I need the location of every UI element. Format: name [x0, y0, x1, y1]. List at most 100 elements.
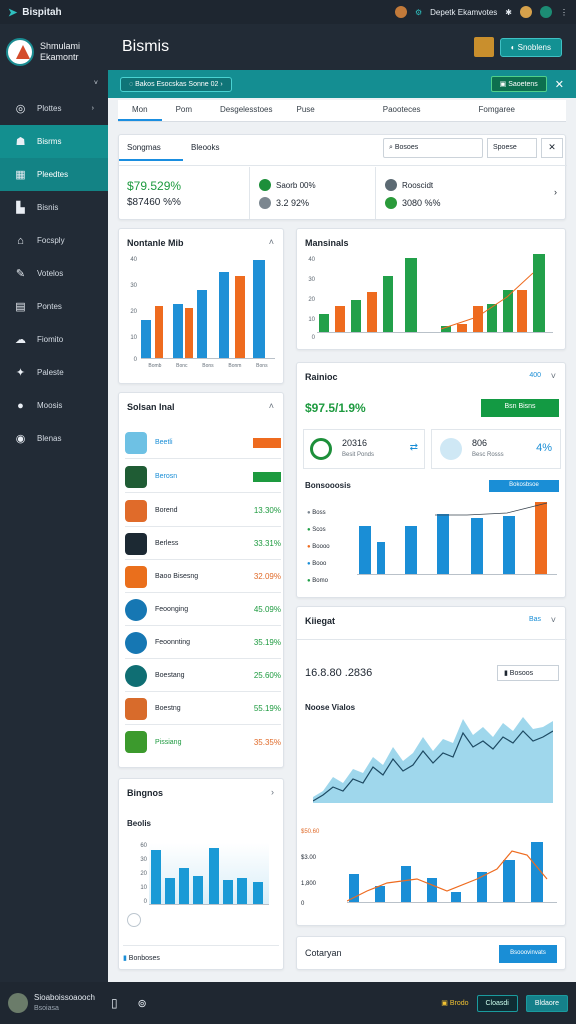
sidebar-item-2[interactable]: ▦ Pleedtes: [0, 158, 108, 191]
summary-subvalue: $87460 %%: [127, 197, 181, 208]
list-item-value: 25.60%: [253, 671, 281, 680]
tab-5[interactable]: Fomgaree: [465, 100, 529, 121]
sidebar-item-label: Votelos: [37, 269, 64, 278]
y-tick: $50.60: [301, 829, 320, 835]
list-item[interactable]: Borend 13.30%: [125, 495, 281, 527]
tab-bar: Mon Pom Desgelesstoes Puse Paooteces Fom…: [118, 100, 566, 122]
chevron-down-icon[interactable]: ˅: [551, 615, 556, 625]
sidebar-item-3[interactable]: ▙ Bisnis: [0, 191, 108, 224]
kpi-filter[interactable]: 400: [529, 372, 541, 379]
tab-2[interactable]: Desgelesstoes: [206, 100, 286, 121]
footer-button-3[interactable]: Bldaore: [525, 994, 568, 1012]
sidebar-item-6[interactable]: ▤ Pontes: [0, 290, 108, 323]
kpi-tile-1: 20316 Besit Ponds ⇄: [303, 429, 425, 469]
kpi-legend: ● Boss ● Scos ● Boooo ● Booo ● Bomo: [307, 505, 351, 590]
tab-3[interactable]: Puse: [287, 100, 329, 121]
app-icon: [125, 697, 147, 720]
footer-button-2[interactable]: Cloasdi: [476, 994, 518, 1012]
summary-tab[interactable]: Songmas: [119, 135, 183, 161]
app-icon: [125, 532, 147, 555]
phone-icon[interactable]: ▯: [111, 996, 118, 1010]
profile-icon[interactable]: [520, 6, 532, 18]
action-card: Cotaryan Bsooovinvats: [296, 936, 566, 970]
y-tick: 0: [133, 357, 137, 363]
close-icon[interactable]: ✕: [541, 138, 563, 158]
list-item[interactable]: Pissiang 35.35%: [125, 726, 281, 758]
tab-4[interactable]: Paooteces: [369, 100, 435, 121]
chevron-up-icon[interactable]: ˄: [269, 401, 274, 411]
user-label[interactable]: Depetk Ekamvotes: [430, 8, 497, 17]
chevron-right-icon[interactable]: ›: [271, 787, 274, 797]
bar: [155, 306, 163, 358]
list-item[interactable]: Boestng 55.19%: [125, 693, 281, 725]
app-icon: [125, 499, 147, 522]
kpi-trend-line: [435, 502, 548, 516]
trend-button[interactable]: ▮ Bosoos: [497, 665, 559, 681]
sidebar-item-4[interactable]: ⌂ Focsply: [0, 224, 108, 257]
tab-1[interactable]: Pom: [162, 100, 206, 121]
collapse-chevron-icon[interactable]: ˅: [0, 80, 108, 92]
tab-0[interactable]: Mon: [118, 100, 162, 121]
summary-button[interactable]: Spoese: [487, 138, 537, 158]
bar: [253, 882, 263, 904]
chevron-down-icon[interactable]: ˅: [551, 371, 556, 381]
header-action-button[interactable]: ◐ Snoblens: [499, 37, 562, 57]
app-icon: [125, 664, 147, 687]
home-icon: ☗: [15, 136, 26, 148]
sidebar-item-10[interactable]: ◉ Blenas: [0, 422, 108, 455]
chart-icon: ▙: [16, 202, 25, 214]
avatar[interactable]: [8, 993, 28, 1013]
close-icon[interactable]: ✕: [555, 78, 564, 91]
chevron-down-icon[interactable]: ˄: [269, 237, 274, 247]
sidebar-item-8[interactable]: ✦ Paleste: [0, 356, 108, 389]
menu-icon[interactable]: ⋮: [560, 8, 568, 17]
bar: [253, 260, 265, 358]
notification-icon[interactable]: ✱: [505, 8, 512, 17]
list-item[interactable]: Beetli: [125, 427, 281, 459]
summary-subtab[interactable]: Bleooks: [191, 143, 219, 152]
sidebar-item-5[interactable]: ✎ Votelos: [0, 257, 108, 290]
radio-icon[interactable]: [127, 913, 141, 927]
strip-action-button[interactable]: ▣ Saoetens: [490, 76, 547, 92]
settings-icon[interactable]: ⊚: [138, 997, 147, 1010]
chevron-right-icon[interactable]: ›: [554, 187, 557, 197]
search-input[interactable]: ⌕ Bosoes: [383, 138, 483, 158]
user-icon: ●: [17, 399, 24, 412]
sidebar-item-0[interactable]: ◎ Plottes ›: [0, 92, 108, 125]
kpi-action-button[interactable]: Bsn Bisns: [481, 399, 559, 417]
divider: [297, 639, 567, 640]
kpi-legend-button[interactable]: Bokosbsoe: [489, 480, 559, 492]
bar: [197, 290, 207, 358]
list-item[interactable]: Baoo Bisesng 32.09%: [125, 561, 281, 593]
sidebar-item-label: Paleste: [37, 368, 64, 377]
user-avatar-icon[interactable]: [394, 6, 407, 18]
list-item[interactable]: Feoonging 45.09%: [125, 594, 281, 626]
ringing-footer[interactable]: ▮ Bonboses: [123, 945, 279, 962]
help-icon[interactable]: [540, 6, 552, 18]
brand[interactable]: ➤ Bispitah: [8, 6, 62, 19]
list-item-value: 33.31%: [253, 539, 281, 548]
bar: [235, 276, 245, 358]
x-tick: Bonm: [228, 363, 242, 369]
sidebar-item-label: Moosis: [37, 401, 63, 410]
list-item[interactable]: Boestang 25.60%: [125, 660, 281, 692]
sidebar-item-7[interactable]: ☁ Fiomito: [0, 323, 108, 356]
filter-pill[interactable]: ◌ Bakos Esocskas Sonne 02 ›: [120, 76, 232, 92]
sidebar-item-1[interactable]: ☗ Bisrms: [0, 125, 108, 158]
top-bar: ➤ Bispitah ⚙ Depetk Ekamvotes ✱ ⋮: [0, 0, 576, 24]
trend-title: Kiiegat: [305, 616, 336, 626]
grid-icon: ◎: [15, 103, 26, 115]
avatar[interactable]: [473, 37, 494, 57]
list-item[interactable]: Berosn: [125, 461, 281, 493]
trend-value: 16.8.80 .2836: [305, 667, 373, 679]
list-item[interactable]: Berless 33.31%: [125, 528, 281, 560]
trend-filter[interactable]: Bas: [529, 616, 541, 623]
action-button[interactable]: Bsooovinvats: [499, 945, 557, 963]
ringing-title: Bingnos: [127, 788, 163, 798]
sidebar: Shmulami Ekamontr ˅ ◎ Plottes › ☗ Bisrms ▦ P…: [0, 24, 108, 982]
footer-button-1[interactable]: ▣ Brodo: [441, 999, 468, 1007]
sidebar-item-9[interactable]: ● Moosis: [0, 389, 108, 422]
list-item[interactable]: Feoonnting 35.19%: [125, 627, 281, 659]
bottom-trend: [347, 850, 548, 902]
settings-icon[interactable]: ⚙: [415, 8, 422, 17]
